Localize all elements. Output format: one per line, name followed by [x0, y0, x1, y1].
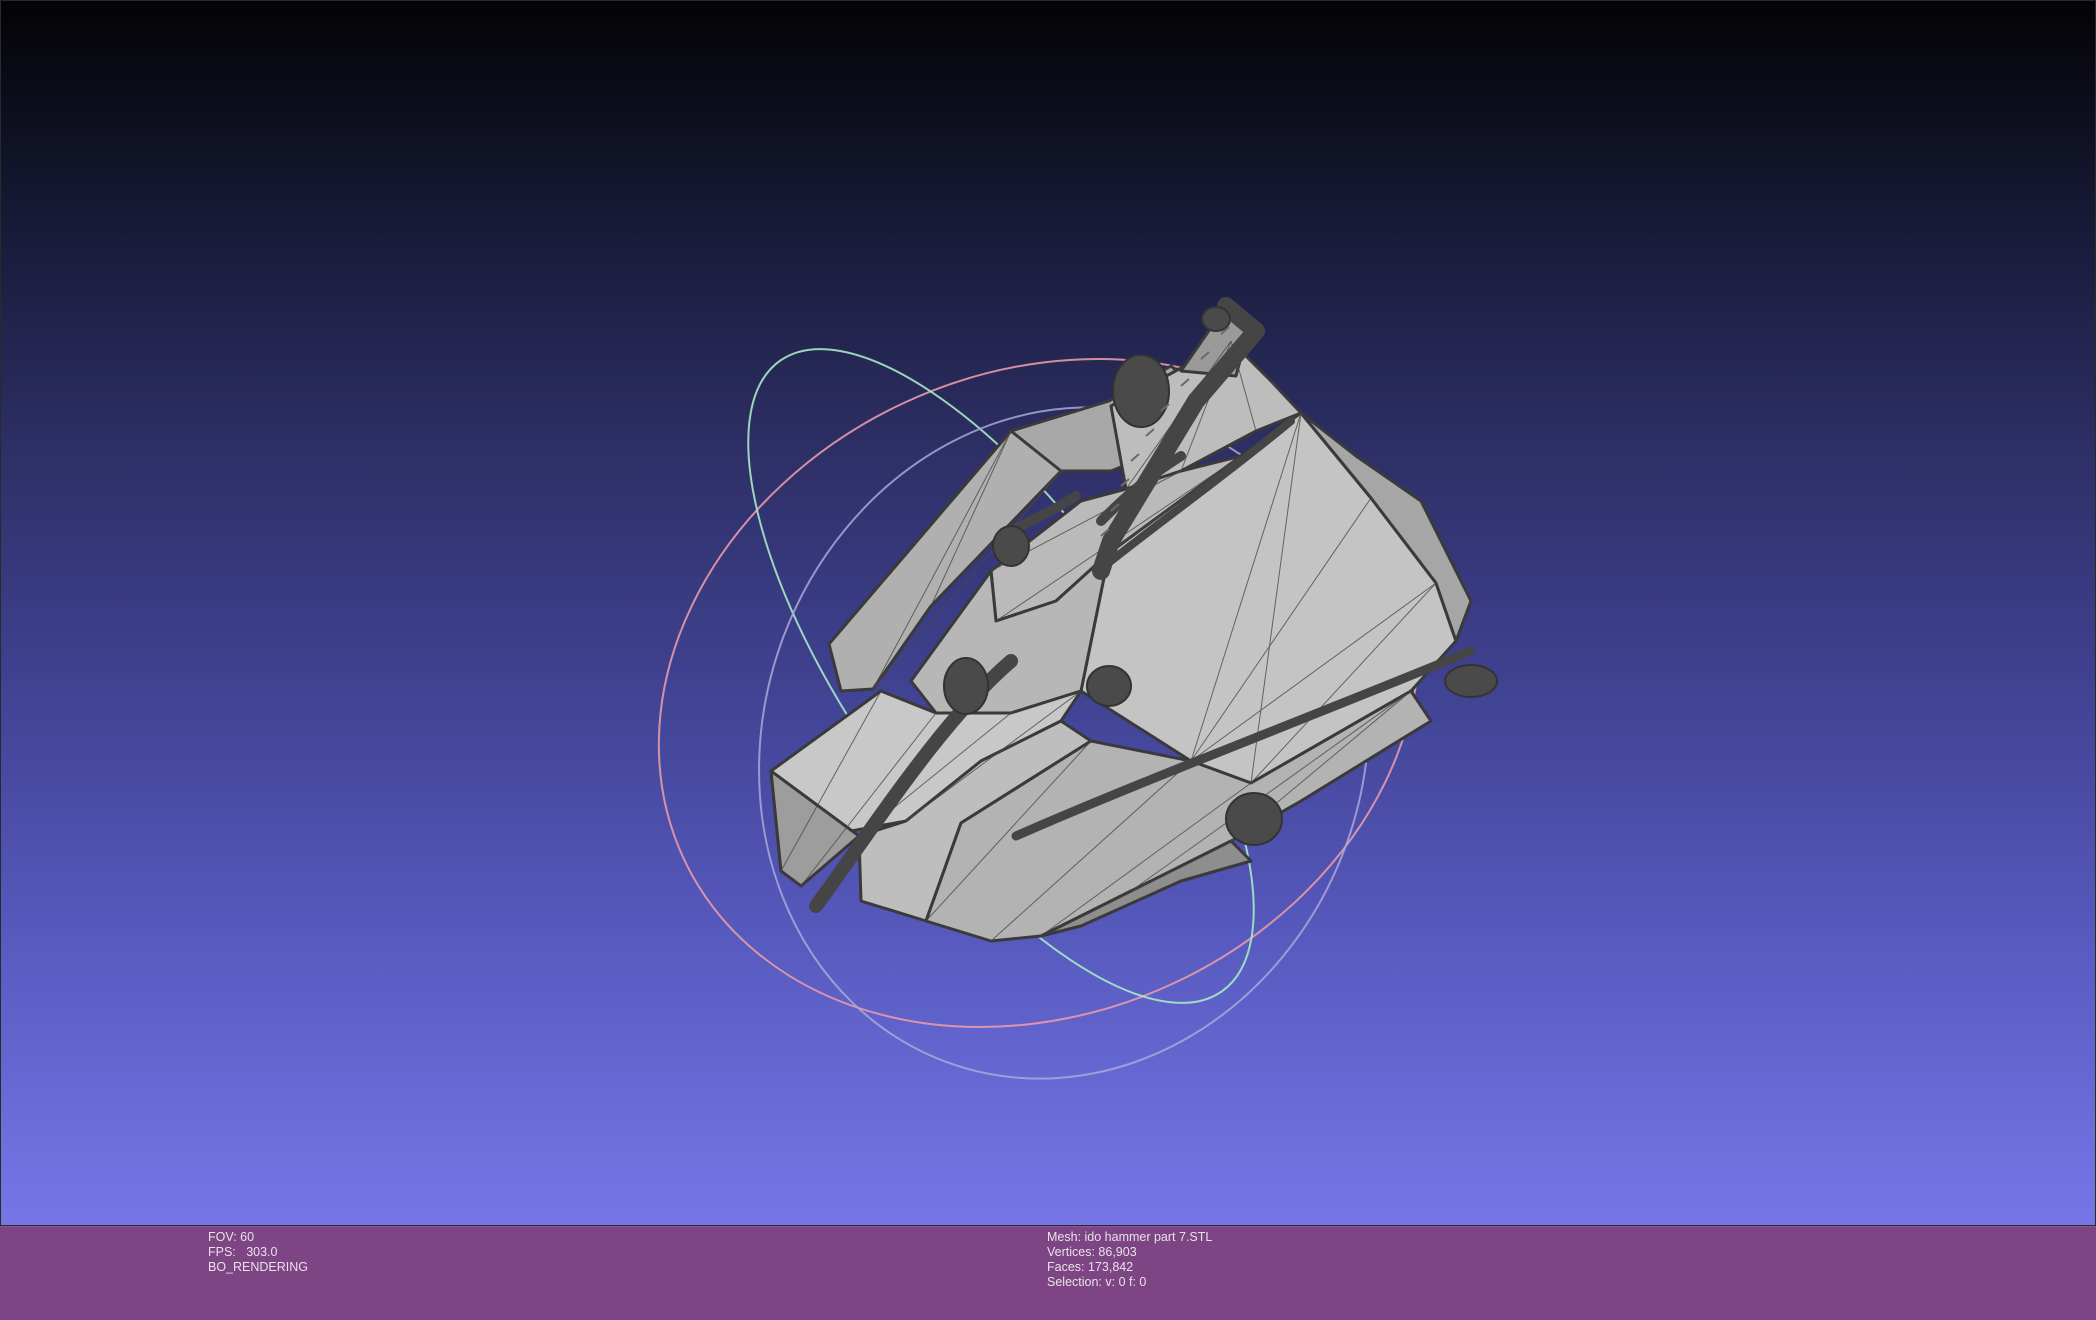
mesh-model[interactable]: [769, 297, 1498, 943]
faces-readout: Faces: 173,842: [1047, 1260, 1134, 1274]
mesh-name-readout: Mesh: ido hammer part 7.STL: [1047, 1230, 1213, 1244]
fov-readout: FOV: 60: [208, 1230, 255, 1244]
mesh-scene[interactable]: [1, 1, 2096, 1226]
vertices-readout: Vertices: 86,903: [1047, 1245, 1137, 1259]
selection-readout: Selection: v: 0 f: 0: [1047, 1275, 1147, 1289]
fps-readout: FPS: 303.0: [208, 1245, 278, 1259]
render-info: FOV: 60 FPS: 303.0 BO_RENDERING: [208, 1230, 308, 1275]
mesh-info: Mesh: ido hammer part 7.STL Vertices: 86…: [1047, 1230, 1212, 1290]
status-bar: FOV: 60 FPS: 303.0 BO_RENDERING Mesh: id…: [0, 1226, 2096, 1320]
3d-viewport[interactable]: [0, 0, 2096, 1226]
render-mode-readout: BO_RENDERING: [208, 1260, 309, 1274]
